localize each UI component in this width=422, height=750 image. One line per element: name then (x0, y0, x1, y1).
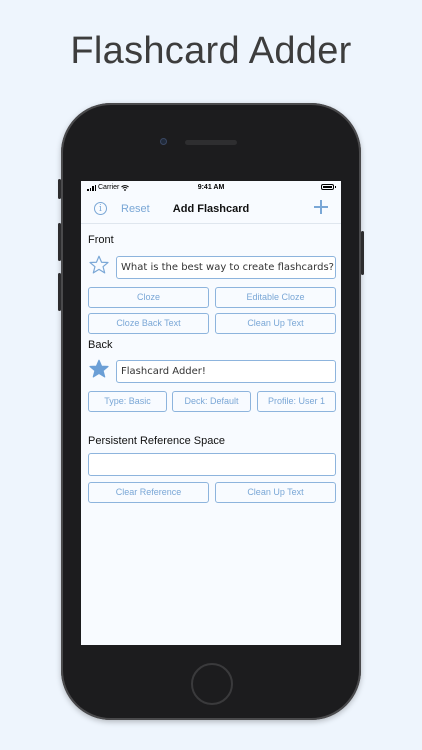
clean-up-text-front-button[interactable]: Clean Up Text (215, 313, 336, 334)
volume-down-button (58, 273, 61, 311)
clean-up-text-reference-button[interactable]: Clean Up Text (215, 482, 336, 503)
plus-icon[interactable] (314, 200, 328, 214)
marketing-title: Flashcard Adder (70, 30, 352, 72)
earpiece-speaker (185, 140, 237, 145)
star-filled-icon[interactable] (88, 358, 110, 380)
power-button (361, 231, 364, 275)
reference-text-field[interactable] (88, 453, 336, 476)
cloze-button[interactable]: Cloze (88, 287, 209, 308)
battery-icon (321, 184, 336, 190)
editable-cloze-button[interactable]: Editable Cloze (215, 287, 336, 308)
navigation-bar: i Reset Add Flashcard (81, 196, 341, 224)
mute-switch (58, 179, 61, 199)
type-select-button[interactable]: Type: Basic (88, 391, 167, 412)
reset-button[interactable]: Reset (121, 203, 150, 215)
front-text-field[interactable]: What is the best way to create flashcard… (116, 256, 336, 279)
reference-label: Persistent Reference Space (88, 435, 225, 447)
volume-up-button (58, 223, 61, 261)
front-camera (160, 138, 167, 145)
deck-select-button[interactable]: Deck: Default (172, 391, 251, 412)
status-time: 9:41 AM (197, 184, 225, 191)
clear-reference-button[interactable]: Clear Reference (88, 482, 209, 503)
cloze-back-text-button[interactable]: Cloze Back Text (88, 313, 209, 334)
back-text-field[interactable]: Flashcard Adder! (116, 360, 336, 383)
back-label: Back (88, 339, 113, 351)
app-screen: Carrier 9:41 AM i Reset Add Flashcard Fr… (81, 181, 341, 645)
phone-frame: Carrier 9:41 AM i Reset Add Flashcard Fr… (58, 103, 364, 720)
star-outline-icon[interactable] (88, 254, 110, 276)
front-label: Front (88, 234, 114, 246)
home-button (191, 663, 233, 705)
info-icon[interactable]: i (94, 202, 107, 215)
status-bar: Carrier 9:41 AM (81, 181, 341, 195)
page-title: Add Flashcard (172, 203, 250, 215)
profile-select-button[interactable]: Profile: User 1 (257, 391, 336, 412)
